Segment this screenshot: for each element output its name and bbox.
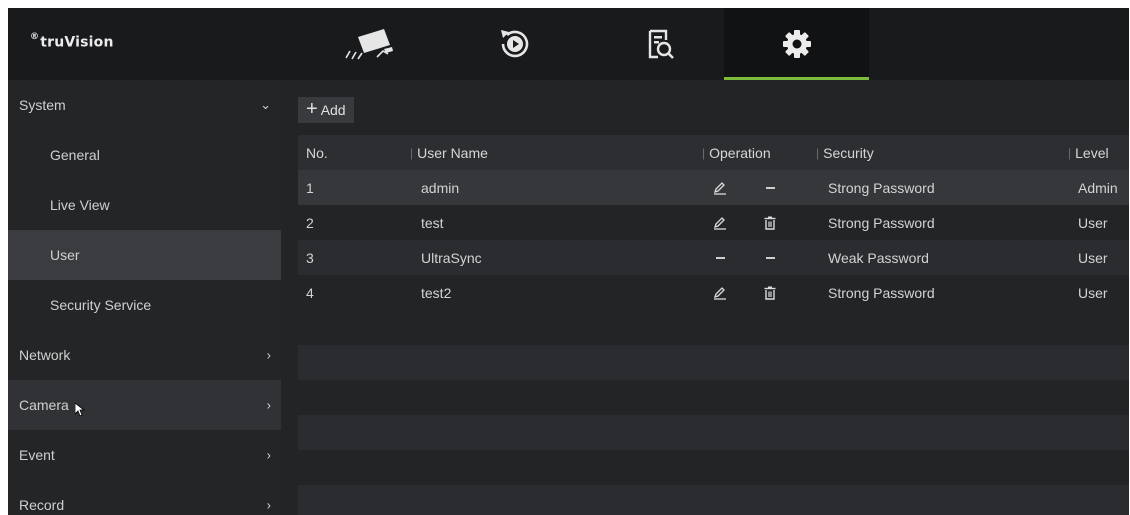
tab-search[interactable] <box>587 8 732 80</box>
sidebar: System ⌄ General Live View User Security… <box>8 80 281 515</box>
cell-no: 3 <box>306 249 314 266</box>
sidebar-item-label: Event <box>19 447 55 463</box>
search-file-icon <box>648 29 674 59</box>
main-panel: + Add No. | User Name | Operation | Securit… <box>281 80 1129 515</box>
cell-user-name: test <box>421 214 444 231</box>
cell-level: User <box>1078 214 1108 231</box>
camera-icon <box>344 29 393 60</box>
mouse-cursor-icon <box>75 403 85 417</box>
add-user-button[interactable]: + Add <box>298 97 354 123</box>
delete-icon[interactable] <box>762 205 778 240</box>
sidebar-item-label: Live View <box>50 197 110 213</box>
edit-icon[interactable] <box>712 170 728 205</box>
sidebar-item-network[interactable]: Network › <box>8 330 281 380</box>
sidebar-item-label: Security Service <box>50 297 152 313</box>
dash-icon <box>762 240 778 275</box>
cell-no: 4 <box>306 284 314 301</box>
edit-icon[interactable] <box>712 275 728 310</box>
plus-icon: + <box>306 98 318 120</box>
chevron-right-icon: › <box>266 347 271 363</box>
chevron-down-icon: ⌄ <box>260 97 271 112</box>
sidebar-item-general[interactable]: General <box>8 130 281 180</box>
chevron-right-icon: › <box>266 497 271 513</box>
sidebar-item-security-service[interactable]: Security Service <box>8 280 281 330</box>
table-header: No. | User Name | Operation | Security | Lev… <box>298 135 1129 170</box>
edit-icon[interactable] <box>712 205 728 240</box>
empty-row <box>298 450 1129 485</box>
cell-level: Admin <box>1078 179 1118 196</box>
sidebar-item-live-view[interactable]: Live View <box>8 180 281 230</box>
dash-icon <box>762 170 778 205</box>
cell-user-name: admin <box>421 179 460 196</box>
chevron-right-icon: › <box>266 397 271 413</box>
cell-user-name: test2 <box>421 284 452 301</box>
truvision-logo: ®truVision <box>30 32 114 51</box>
cell-no: 1 <box>306 179 314 196</box>
cell-no: 2 <box>306 214 314 231</box>
header-no: No. <box>306 144 328 161</box>
sidebar-item-label: Network <box>19 347 71 363</box>
empty-row <box>298 345 1129 380</box>
delete-icon[interactable] <box>762 275 778 310</box>
sidebar-item-record[interactable]: Record › <box>8 480 281 515</box>
tab-live-view[interactable] <box>297 8 442 80</box>
header-user-name: | User Name <box>410 144 488 161</box>
table-row[interactable]: 2 test Strong Password User <box>298 205 1129 240</box>
app-window: ®truVision System ⌄ General Live View Us… <box>8 8 1129 515</box>
empty-row <box>298 310 1129 345</box>
header-operation: | Operation <box>702 144 771 161</box>
cell-user-name: UltraSync <box>421 249 482 266</box>
table-row[interactable]: 4 test2 Strong Password User <box>298 275 1129 310</box>
add-button-label: Add <box>320 102 346 118</box>
tab-playback[interactable] <box>442 8 587 80</box>
top-bar: ®truVision <box>8 8 1129 80</box>
sidebar-item-label: System <box>19 97 66 113</box>
empty-row <box>298 415 1129 450</box>
cell-security: Strong Password <box>828 179 935 196</box>
gear-icon <box>782 30 811 58</box>
chevron-right-icon: › <box>266 447 271 463</box>
header-security: | Security <box>816 144 874 161</box>
empty-row <box>298 485 1129 515</box>
sidebar-item-user[interactable]: User <box>8 230 281 280</box>
tab-settings[interactable] <box>724 8 869 80</box>
sidebar-item-label: User <box>50 247 80 263</box>
sidebar-item-label: Camera <box>19 397 69 413</box>
header-level: | Level <box>1068 144 1109 161</box>
table-row[interactable]: 1 admin Strong Password Admin <box>298 170 1129 205</box>
cell-level: User <box>1078 284 1108 301</box>
cell-security: Weak Password <box>828 249 929 266</box>
dash-icon <box>712 240 728 275</box>
sidebar-item-system[interactable]: System ⌄ <box>8 80 281 130</box>
sidebar-item-event[interactable]: Event › <box>8 430 281 480</box>
sidebar-item-label: General <box>50 147 100 163</box>
empty-row <box>298 380 1129 415</box>
sidebar-item-camera[interactable]: Camera › <box>8 380 281 430</box>
cell-security: Strong Password <box>828 214 935 231</box>
table-row[interactable]: 3 UltraSync Weak Password User <box>298 240 1129 275</box>
cell-level: User <box>1078 249 1108 266</box>
playback-icon <box>500 30 528 58</box>
sidebar-item-label: Record <box>19 497 65 513</box>
cell-security: Strong Password <box>828 284 935 301</box>
